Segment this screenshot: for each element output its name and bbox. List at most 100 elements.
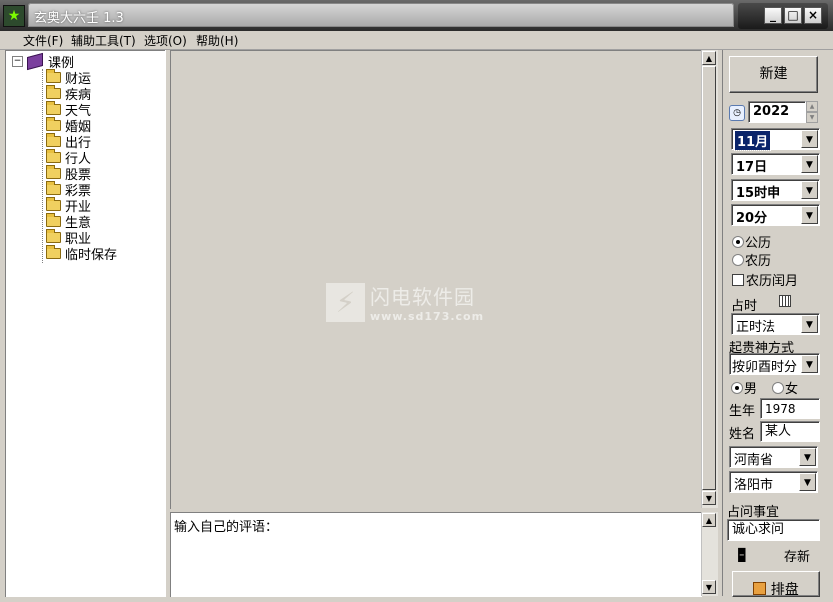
close-button[interactable]: × <box>804 7 822 24</box>
title-strip: 玄奥大六壬 1.3 <box>28 3 734 27</box>
watermark-title: 闪电软件园 <box>370 285 475 309</box>
maximize-button[interactable]: □ <box>784 7 802 24</box>
lunar-calendar-radio[interactable]: 农历 <box>732 250 771 269</box>
matter-value: 诚心求问 <box>732 522 785 537</box>
chevron-down-icon[interactable]: ▼ <box>801 130 818 148</box>
grid-icon[interactable] <box>779 295 791 307</box>
window-controls: _ □ × <box>738 3 828 29</box>
solar-calendar-radio[interactable]: 公历 <box>732 232 771 251</box>
comment-scrollbar[interactable]: ▲ ▼ <box>701 512 718 596</box>
year-spin-buttons[interactable]: ▲ ▼ <box>806 101 818 123</box>
matter-field[interactable]: 诚心求问 <box>727 519 820 541</box>
folder-icon <box>46 84 61 99</box>
lightning-icon: ⚡ <box>326 282 365 322</box>
tree-item-label: 临时保存 <box>65 247 118 263</box>
female-radio[interactable]: 女 <box>772 378 798 397</box>
birth-year-field[interactable]: 1978 <box>760 398 820 419</box>
chart-canvas <box>170 50 702 509</box>
save-new-button[interactable]: 存新 <box>784 546 810 565</box>
radio-icon <box>731 382 743 394</box>
arrange-label: 排盘 <box>770 582 799 597</box>
canvas-scrollbar[interactable]: ▲ ▼ <box>701 50 718 508</box>
folder-icon <box>46 100 61 115</box>
noble-method-value: 按卯酉时分 <box>732 360 798 375</box>
year-spinner[interactable]: 2022 <box>748 101 806 123</box>
province-value: 河南省 <box>734 453 774 468</box>
minute-select[interactable]: 20分 ▼ <box>731 204 820 226</box>
radio-icon <box>732 236 744 248</box>
spin-up-icon[interactable]: ▲ <box>806 101 818 112</box>
chevron-down-icon[interactable]: ▼ <box>799 473 816 491</box>
watermark-url: www.sd173.com <box>370 310 485 323</box>
matter-label: 占问事宜 <box>727 505 780 520</box>
minute-value: 20分 <box>736 211 768 226</box>
arrange-button[interactable]: 排盘 <box>732 571 820 597</box>
name-field[interactable]: 某人 <box>760 421 820 442</box>
female-label: 女 <box>785 382 799 397</box>
folder-icon <box>46 132 61 147</box>
year-value: 2022 <box>753 104 790 119</box>
birth-year-label: 生年 <box>729 404 756 419</box>
scroll-up-button[interactable]: ▲ <box>702 513 716 527</box>
scroll-down-button[interactable]: ▼ <box>702 580 716 594</box>
comment-textarea[interactable]: 输入自己的评语： <box>170 512 702 597</box>
control-panel: 新建 ◷ 2022 ▲ ▼ 11月 ▼ 17日 ▼ 15时申 ▼ 20分 ▼ 公… <box>722 50 833 597</box>
province-select[interactable]: 河南省 ▼ <box>729 446 818 468</box>
divination-method-select[interactable]: 正时法 ▼ <box>731 313 820 335</box>
comment-text: 输入自己的评语： <box>174 520 279 535</box>
month-value: 11月 <box>733 130 772 151</box>
folder-icon <box>46 196 61 211</box>
scroll-thumb[interactable] <box>702 66 716 490</box>
folder-icon <box>46 68 61 83</box>
menu-help[interactable]: 帮助(H) <box>196 32 238 49</box>
minimize-button[interactable]: _ <box>764 7 782 24</box>
birth-year-value: 1978 <box>765 402 796 416</box>
male-radio[interactable]: 男 <box>731 378 757 397</box>
radio-icon <box>732 254 744 266</box>
checkbox-icon <box>732 274 744 286</box>
chevron-down-icon[interactable]: ▼ <box>801 315 818 333</box>
menu-options[interactable]: 选项(O) <box>144 32 187 49</box>
leap-month-label: 农历闰月 <box>746 274 799 289</box>
male-label: 男 <box>744 382 758 397</box>
month-select[interactable]: 11月 ▼ <box>731 128 820 151</box>
save-icon[interactable]: 🁢 <box>737 548 747 562</box>
name-label: 姓名 <box>729 427 756 442</box>
menu-file[interactable]: 文件(F) <box>23 32 63 49</box>
chevron-down-icon[interactable]: ▼ <box>801 181 818 199</box>
chevron-down-icon[interactable]: ▼ <box>801 355 818 373</box>
scroll-down-button[interactable]: ▼ <box>702 491 716 505</box>
name-value: 某人 <box>765 424 792 439</box>
app-icon[interactable]: ★ <box>3 5 25 27</box>
radio-icon <box>772 382 784 394</box>
leap-month-checkbox[interactable]: 农历闰月 <box>732 270 798 289</box>
folder-icon <box>46 116 61 131</box>
collapse-icon[interactable]: − <box>12 55 23 67</box>
folder-icon <box>46 164 61 179</box>
new-button[interactable]: 新建 <box>729 56 818 93</box>
hour-value: 15时申 <box>736 186 781 201</box>
scroll-up-button[interactable]: ▲ <box>702 51 716 65</box>
menu-tools[interactable]: 辅助工具(T) <box>71 32 136 49</box>
day-value: 17日 <box>736 160 768 175</box>
city-select[interactable]: 洛阳市 ▼ <box>729 471 818 493</box>
spin-down-icon[interactable]: ▼ <box>806 112 818 123</box>
folder-icon <box>46 180 61 195</box>
chevron-down-icon[interactable]: ▼ <box>801 155 818 173</box>
noble-method-select[interactable]: 按卯酉时分 ▼ <box>729 353 820 375</box>
title-bar: ★ 玄奥大六壬 1.3 _ □ × <box>0 0 833 31</box>
tree-item[interactable]: 临时保存 <box>46 244 118 263</box>
hour-select[interactable]: 15时申 ▼ <box>731 179 820 201</box>
day-select[interactable]: 17日 ▼ <box>731 153 820 175</box>
arrange-icon <box>753 582 767 595</box>
divination-time-label: 占时 <box>731 299 758 314</box>
folder-icon <box>46 244 61 259</box>
chevron-down-icon[interactable]: ▼ <box>799 448 816 466</box>
case-tree[interactable]: − 课例 财运 疾病 天气 婚姻 出行 行人 股票 彩票 开业 生意 职业 临时… <box>5 50 166 597</box>
menu-bar: 文件(F) 辅助工具(T) 选项(O) 帮助(H) <box>0 31 833 50</box>
calendar-icon[interactable]: ◷ <box>729 105 745 121</box>
chevron-down-icon[interactable]: ▼ <box>801 206 818 224</box>
city-value: 洛阳市 <box>734 478 774 493</box>
watermark: ⚡ 闪电软件园 www.sd173.com <box>326 281 484 323</box>
window-title: 玄奥大六壬 1.3 <box>34 11 124 26</box>
